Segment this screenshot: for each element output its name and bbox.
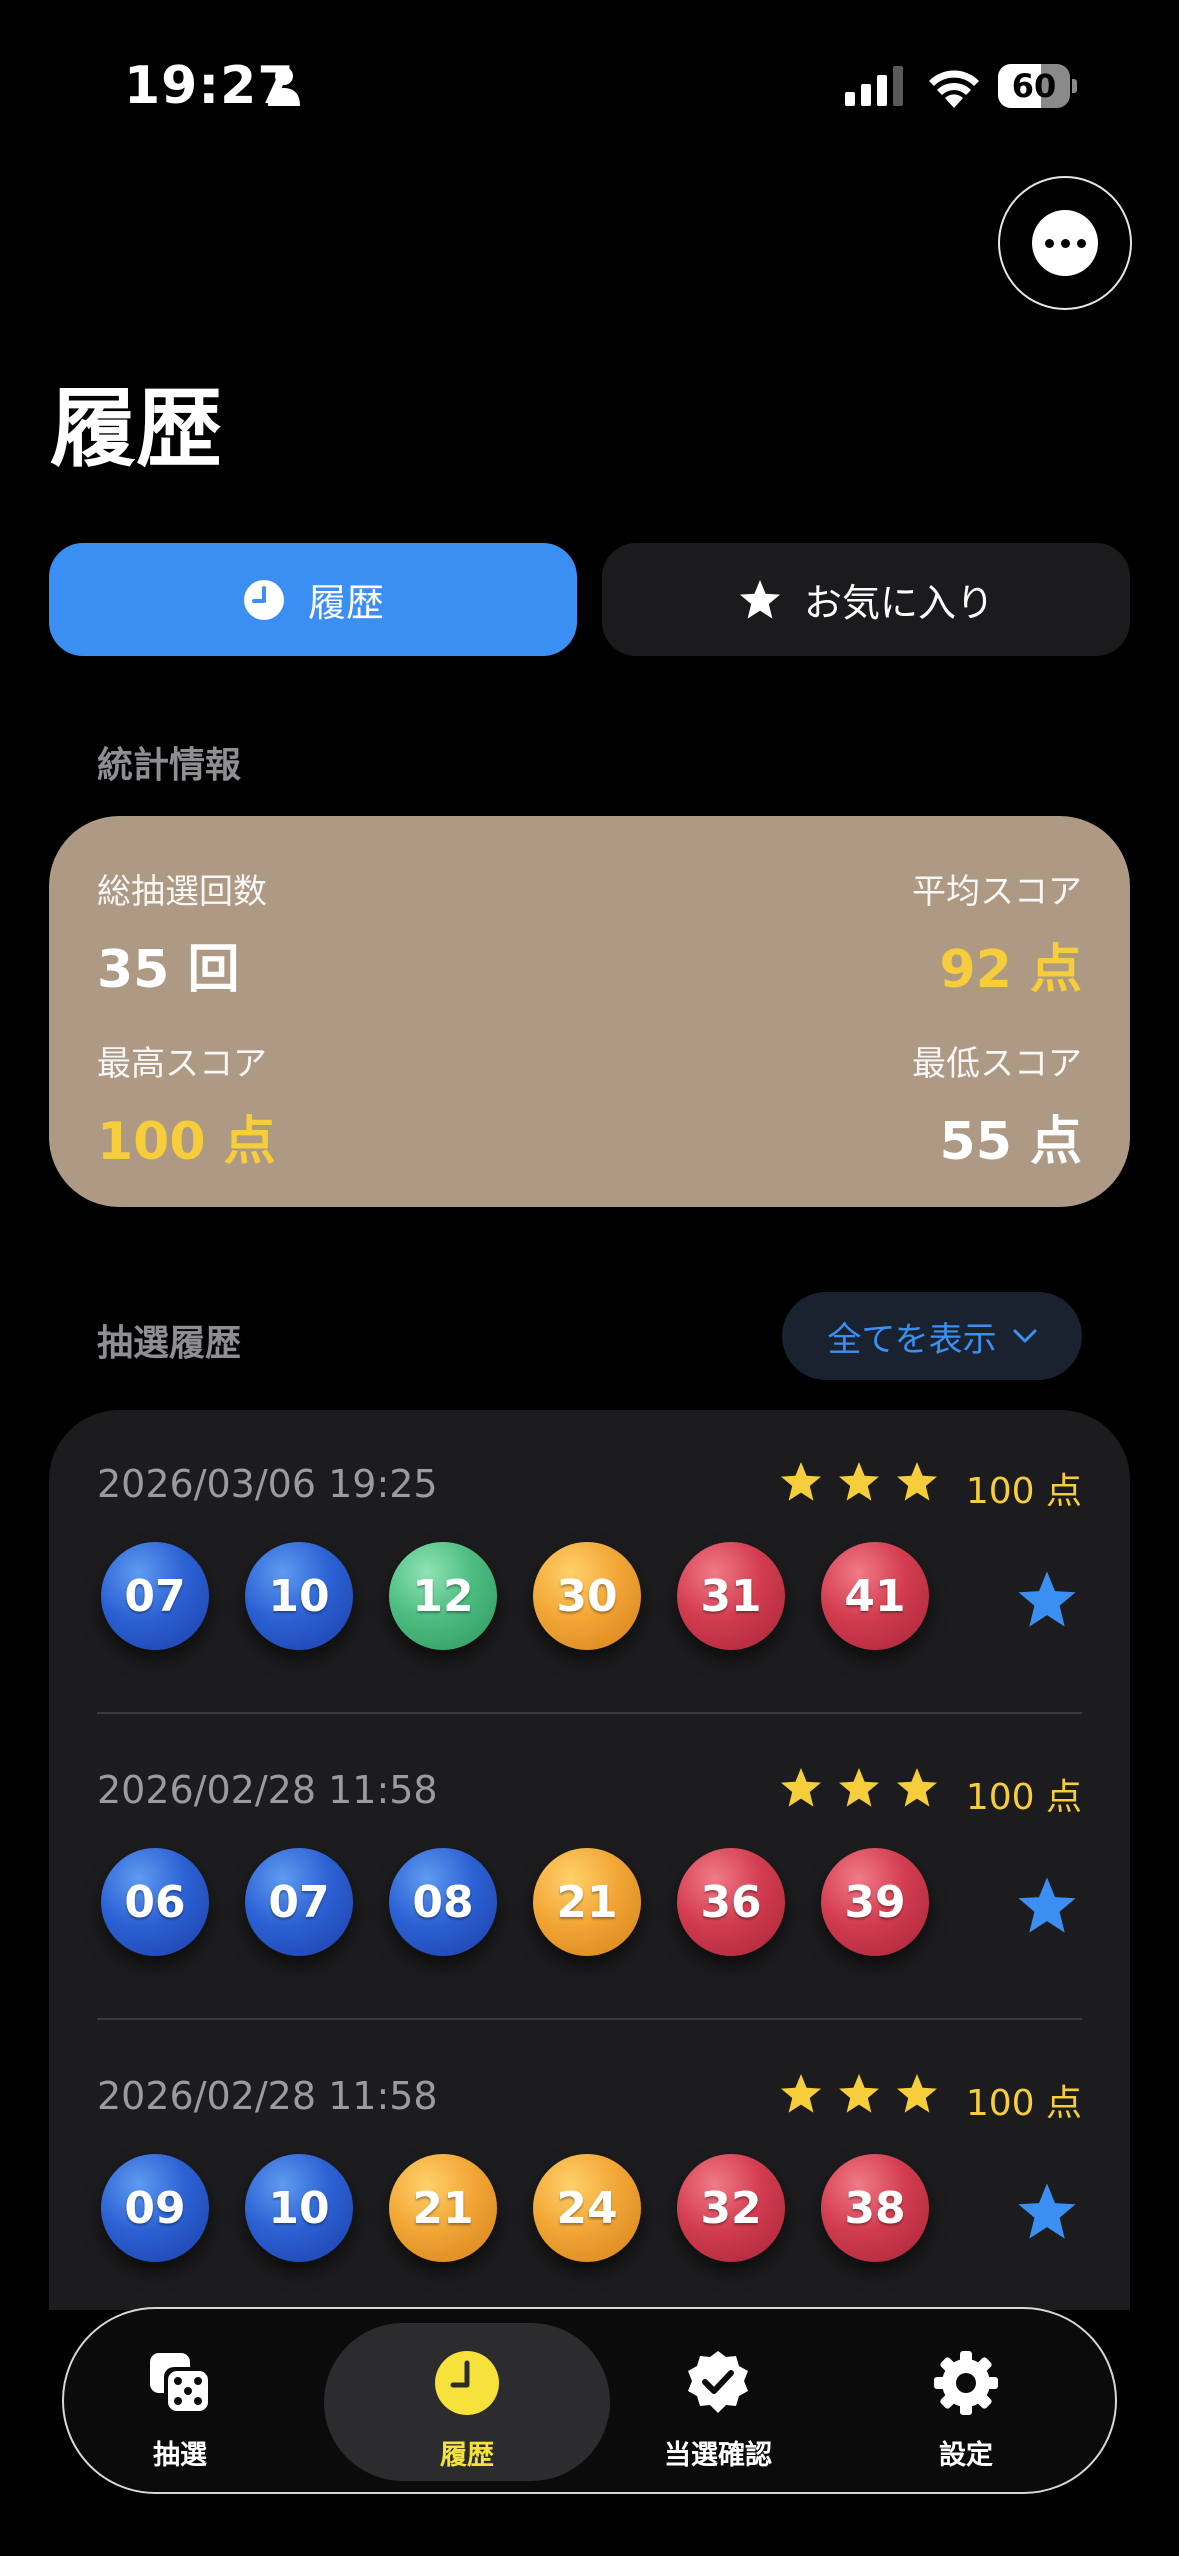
stat-value: 92 点 xyxy=(939,940,1082,1000)
stat-total-draws: 総抽選回数 35 回 xyxy=(97,864,267,1002)
tab-favorites[interactable]: お気に入り xyxy=(602,543,1130,656)
tabbar-item-settings[interactable]: 設定 xyxy=(866,2309,1066,2496)
star-icon xyxy=(897,2074,937,2113)
number-ball: 36 xyxy=(677,1848,785,1956)
wifi-icon xyxy=(929,70,979,108)
divider xyxy=(97,2018,1082,2020)
stat-label: 最低スコア xyxy=(912,1044,1082,1084)
number-ball: 07 xyxy=(245,1848,353,1956)
number-ball: 09 xyxy=(101,2154,209,2262)
tabbar-label: 当選確認 xyxy=(664,2440,772,2471)
star-icon xyxy=(839,1462,879,1501)
gear-icon xyxy=(934,2351,998,2415)
number-ball: 31 xyxy=(677,1542,785,1650)
entry-score: 100 点 xyxy=(965,1777,1082,1818)
stat-average-score: 平均スコア 92 点 xyxy=(912,864,1082,1002)
stats-card: 総抽選回数 35 回 平均スコア 92 点 最高スコア 100 点 最低スコア … xyxy=(49,816,1130,1207)
tabbar-label: 抽選 xyxy=(153,2440,207,2471)
show-all-filter-button[interactable]: 全てを表示 xyxy=(782,1292,1082,1380)
stat-label: 総抽選回数 xyxy=(97,872,267,912)
number-ball: 21 xyxy=(389,2154,497,2262)
number-ball: 30 xyxy=(533,1542,641,1650)
tabbar-label: 設定 xyxy=(939,2440,993,2471)
number-ball: 07 xyxy=(101,1542,209,1650)
entry-score: 100 点 xyxy=(965,1471,1082,1512)
star-icon xyxy=(781,2074,821,2113)
stat-value: 35 回 xyxy=(97,940,240,1000)
stat-highest-score: 最高スコア 100 点 xyxy=(97,1036,276,1174)
bottom-tab-bar: 抽選 履歴 当選確認 設定 xyxy=(62,2307,1117,2494)
history-section-label: 抽選履歴 xyxy=(97,1323,242,1364)
stat-value: 55 点 xyxy=(939,1112,1082,1172)
clock-icon xyxy=(435,2351,499,2415)
favorite-star-button[interactable] xyxy=(1015,1570,1079,1630)
tab-history-label: 履歴 xyxy=(307,581,384,625)
checkmark-seal-icon xyxy=(688,2351,748,2413)
stats-section-label: 統計情報 xyxy=(97,745,242,786)
number-ball: 32 xyxy=(677,2154,785,2262)
number-ball: 39 xyxy=(821,1848,929,1956)
number-ball: 12 xyxy=(389,1542,497,1650)
ellipsis-icon xyxy=(1032,210,1098,276)
star-icon xyxy=(781,1768,821,1807)
stat-value: 100 点 xyxy=(97,1112,276,1172)
person-icon xyxy=(268,67,300,106)
history-entry[interactable]: 2026/02/28 11:58 100 点 06 07 08 21 36 39 xyxy=(49,1716,1130,2021)
tabbar-item-history[interactable]: 履歴 xyxy=(367,2309,567,2496)
entry-date: 2026/02/28 11:58 xyxy=(97,2074,438,2118)
stat-lowest-score: 最低スコア 55 点 xyxy=(912,1036,1082,1174)
entry-date: 2026/03/06 19:25 xyxy=(97,1462,438,1506)
page-title: 履歴 xyxy=(50,379,222,479)
star-icon xyxy=(739,579,780,619)
entry-score: 100 点 xyxy=(965,2083,1082,2124)
more-options-button[interactable] xyxy=(998,176,1132,310)
cellular-signal-icon xyxy=(845,66,903,106)
tabbar-label: 履歴 xyxy=(440,2440,494,2471)
star-icon xyxy=(897,1768,937,1807)
battery-level: 60 xyxy=(1011,67,1057,105)
chevron-down-icon xyxy=(1013,1329,1037,1343)
divider xyxy=(97,1712,1082,1714)
rating-stars xyxy=(779,1460,939,1504)
history-list: 2026/03/06 19:25 100 点 07 10 12 30 31 41… xyxy=(49,1410,1130,2310)
number-ball: 41 xyxy=(821,1542,929,1650)
tabbar-item-check-results[interactable]: 当選確認 xyxy=(618,2309,818,2496)
star-icon xyxy=(781,1462,821,1501)
star-icon xyxy=(839,1768,879,1807)
tabbar-item-draw[interactable]: 抽選 xyxy=(80,2309,280,2496)
number-ball: 21 xyxy=(533,1848,641,1956)
entry-date: 2026/02/28 11:58 xyxy=(97,1768,438,1812)
favorite-star-button[interactable] xyxy=(1015,2182,1079,2242)
star-icon xyxy=(839,2074,879,2113)
battery-indicator: 60 xyxy=(998,64,1077,108)
number-ball: 06 xyxy=(101,1848,209,1956)
status-bar: 19:27 60 xyxy=(0,0,1179,170)
history-entry[interactable]: 2026/02/28 11:58 100 点 09 10 21 24 32 38 xyxy=(49,2022,1130,2310)
favorite-star-button[interactable] xyxy=(1015,1876,1079,1936)
tab-favorites-label: お気に入り xyxy=(803,581,994,625)
show-all-label: 全てを表示 xyxy=(827,1319,997,1360)
history-entry[interactable]: 2026/03/06 19:25 100 点 07 10 12 30 31 41 xyxy=(49,1410,1130,1715)
clock-icon xyxy=(243,579,284,620)
number-ball: 10 xyxy=(245,2154,353,2262)
number-ball: 38 xyxy=(821,2154,929,2262)
dice-icon xyxy=(150,2353,210,2413)
stat-label: 平均スコア xyxy=(912,872,1082,912)
star-icon xyxy=(897,1462,937,1501)
number-ball: 08 xyxy=(389,1848,497,1956)
tab-history[interactable]: 履歴 xyxy=(49,543,577,656)
stat-label: 最高スコア xyxy=(97,1044,267,1084)
number-ball: 24 xyxy=(533,2154,641,2262)
number-ball: 10 xyxy=(245,1542,353,1650)
rating-stars xyxy=(779,1766,939,1810)
rating-stars xyxy=(779,2072,939,2116)
